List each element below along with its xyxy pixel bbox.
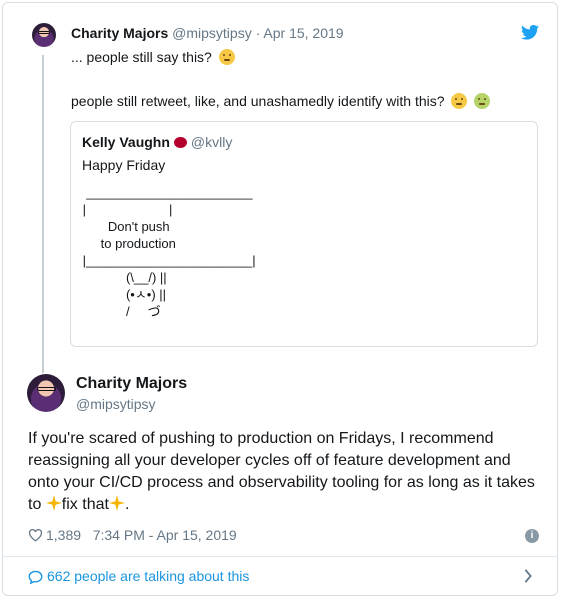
pensive-face-icon	[218, 49, 235, 65]
main-author-handle[interactable]: @mipsytipsy	[76, 396, 156, 412]
reply-line-2-text: people still retweet, like, and unashame…	[71, 93, 445, 109]
main-tweet-text: If you're scared of pushing to productio…	[28, 428, 538, 516]
ascii-art-sign: _______________________ | | Don't push t…	[82, 185, 256, 319]
tweet-meta: 1,389 7:34 PM - Apr 15, 2019	[28, 527, 237, 543]
main-author-name[interactable]: Charity Majors	[76, 375, 187, 393]
conversation-count-text: 662 people are talking about this	[47, 568, 250, 584]
tweet-card: Charity Majors @mipsytipsy · Apr 15, 201…	[2, 2, 558, 596]
twitter-bird-icon[interactable]	[521, 25, 539, 40]
reply-header: Charity Majors @mipsytipsy · Apr 15, 201…	[71, 25, 344, 41]
tweet-timestamp[interactable]: 7:34 PM - Apr 15, 2019	[93, 527, 237, 543]
sparkles-icon	[108, 495, 125, 511]
thread-line	[42, 55, 44, 373]
sparkles-icon	[45, 495, 62, 511]
heart-icon[interactable]	[28, 529, 43, 542]
chevron-right-icon[interactable]	[523, 569, 533, 583]
reply-line-2: people still retweet, like, and unashame…	[71, 93, 491, 109]
reply-separator: ·	[255, 25, 261, 41]
main-tweet-text-end: .	[124, 496, 130, 513]
worried-face-icon	[451, 93, 468, 109]
ladybug-icon	[173, 137, 187, 148]
reply-avatar[interactable]	[32, 23, 56, 47]
quoted-tweet[interactable]: Kelly Vaughn @kvlly Happy Friday ________…	[70, 121, 538, 347]
conversation-link[interactable]: 662 people are talking about this	[28, 568, 249, 584]
reply-author-name[interactable]: Charity Majors	[71, 25, 168, 41]
reply-line-1-text: ... people still say this?	[71, 49, 212, 65]
quoted-author-handle[interactable]: @kvlly	[191, 134, 232, 150]
main-tweet-text-mid: fix that	[61, 496, 109, 513]
nauseated-face-icon	[474, 93, 491, 109]
main-avatar[interactable]	[27, 374, 65, 412]
like-count[interactable]: 1,389	[46, 527, 81, 543]
reply-author-handle[interactable]: @mipsytipsy	[172, 25, 252, 41]
info-icon[interactable]: i	[525, 529, 539, 543]
reply-date[interactable]: Apr 15, 2019	[263, 25, 343, 41]
quoted-tweet-header: Kelly Vaughn @kvlly	[82, 134, 232, 150]
speech-bubble-icon	[28, 570, 43, 584]
quoted-tweet-text: Happy Friday	[82, 157, 166, 173]
quoted-author-name[interactable]: Kelly Vaughn	[82, 134, 170, 150]
reply-line-1: ... people still say this?	[71, 49, 235, 65]
divider	[3, 556, 557, 557]
